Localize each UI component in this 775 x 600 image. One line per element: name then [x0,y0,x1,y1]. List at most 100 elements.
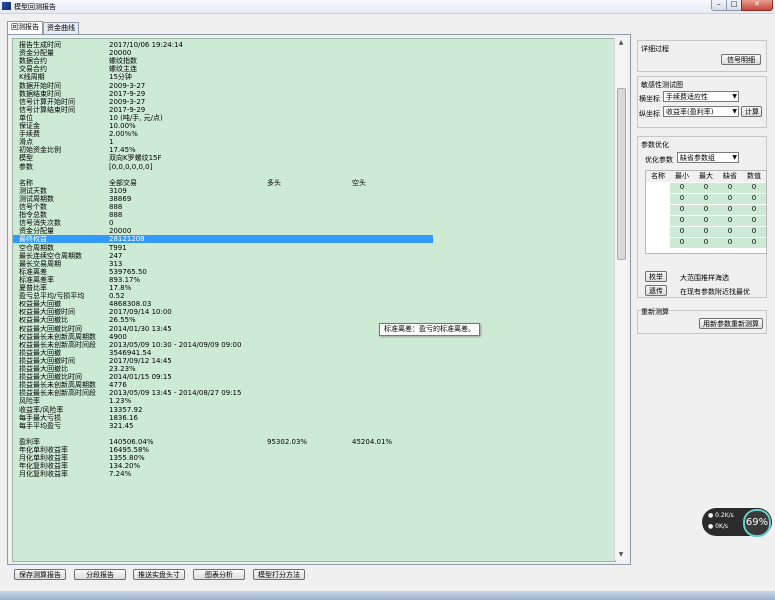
report-row[interactable]: 每手最大亏损 1836.16 [13,414,613,422]
report-row[interactable]: 测试天数 3109 [13,187,613,195]
param-cell[interactable]: 0 [742,204,766,215]
report-row[interactable]: 损益最大回撤时间 2017/09/12 14:45 [13,357,613,365]
report-row[interactable]: 权益最大回撤 4868308.03 [13,300,613,308]
genetic-button[interactable]: 遗传 [645,285,667,296]
report-row[interactable] [13,171,613,179]
param-cell[interactable]: 0 [742,182,766,193]
param-table[interactable]: 名称 最小 最大 缺省 数值 000000000000000000000000 [645,170,767,254]
tab-backtest-report[interactable]: 回测报告 [7,21,43,35]
param-cell[interactable]: 0 [670,226,694,237]
report-row[interactable]: 资金分配量 20000 [13,227,613,235]
report-row[interactable]: 数据开始时间 2009-3-27 [13,82,613,90]
report-row[interactable]: 风险率 1.23% [13,397,613,405]
report-row[interactable]: 月化复利收益率 7.24% [13,470,613,478]
report-row[interactable]: 最长交易周期 313 [13,260,613,268]
param-cell[interactable]: 0 [670,204,694,215]
save-report-button[interactable]: 保存测算报告 [14,569,66,580]
segment-report-button[interactable]: 分段报告 [74,569,126,580]
report-row[interactable]: 模型 双向K罗螺纹15F [13,154,613,162]
report-row[interactable]: 标准离差率 893.17% [13,276,613,284]
param-cell[interactable]: 0 [670,215,694,226]
report-row[interactable]: 损益最大回撤比时间 2014/01/15 09:15 [13,373,613,381]
close-icon[interactable]: ✕ [741,0,773,11]
param-cell[interactable]: 0 [718,204,742,215]
report-row[interactable]: 权益最大回撤比时间 2014/01/30 13:45 [13,325,613,333]
param-cell[interactable]: 0 [670,237,694,248]
report-row[interactable]: 滑点 1 [13,138,613,146]
recalc-button[interactable]: 用新参数重新测算 [699,318,763,329]
report-row[interactable]: 损益最大回撤 3546941.54 [13,349,613,357]
report-row[interactable]: 名称 全部交易 多头 空头 [13,179,613,187]
report-row[interactable]: 指令总数 888 [13,211,613,219]
report-row[interactable]: 测试周期数 38869 [13,195,613,203]
scroll-up-icon[interactable]: ▲ [615,38,627,48]
report-row[interactable]: 初始资金比例 17.45% [13,146,613,154]
report-row[interactable]: 收益率/风险率 13357.92 [13,406,613,414]
param-cell[interactable]: 0 [694,237,718,248]
param-cell[interactable]: 0 [694,204,718,215]
param-cell[interactable]: 0 [718,193,742,204]
report-row[interactable]: 单位 10 (吨/手, 元/点) [13,114,613,122]
report-row[interactable]: 标准离差 539765.50 [13,268,613,276]
report-row[interactable]: 损益最大回撤比 23.23% [13,365,613,373]
report-row[interactable]: K线周期 15分钟 [13,73,613,81]
x-axis-select[interactable]: 手续费适应性 ▼ [663,91,739,102]
param-cell[interactable]: 0 [670,182,694,193]
report-row[interactable]: 每手平均盈亏 321.45 [13,422,613,430]
model-scoring-button[interactable]: 模型打分方法 [253,569,305,580]
chart-analysis-button[interactable]: 图表分析 [193,569,245,580]
report-row[interactable]: 夏普比率 17.8% [13,284,613,292]
report-row[interactable]: 权益最长未创新高周期数 4900 [13,333,613,341]
report-row[interactable]: 最终权益 28121208 [13,235,433,244]
minimize-icon[interactable]: – [711,0,727,11]
param-cell[interactable]: 0 [742,215,766,226]
param-cell[interactable]: 0 [742,226,766,237]
param-cell[interactable]: 0 [694,226,718,237]
report-row[interactable]: 信号计算开始时间 2009-3-27 [13,98,613,106]
report-scrollbar[interactable]: ▲ ▼ [614,38,627,560]
scroll-down-icon[interactable]: ▼ [615,550,627,560]
param-cell[interactable]: 0 [718,226,742,237]
report-row[interactable]: 盈亏总平均/亏损平均 0.52 [13,292,613,300]
report-row[interactable]: 数据结束时间 2017-9-29 [13,90,613,98]
report-row[interactable]: 权益最大回撤时间 2017/09/14 10:00 [13,308,613,316]
report-row[interactable]: 年化单利收益率 16495.58% [13,446,613,454]
report-row[interactable]: 信号计算结束时间 2017-9-29 [13,106,613,114]
report-row[interactable]: 损益最长未创新高时间段 2013/05/09 13:45 - 2014/08/27… [13,389,613,397]
y-axis-select[interactable]: 收益率(盈利率) ▼ [663,106,739,117]
scroll-thumb[interactable] [617,88,626,260]
report-row[interactable]: 手续费 2.00%% [13,130,613,138]
report-row[interactable]: 交易合约 螺纹主连 [13,65,613,73]
report-row[interactable]: 月化单利收益率 1355.80% [13,454,613,462]
report-row[interactable]: 数据合约 螺纹指数 [13,57,613,65]
report-row[interactable]: 信号个数 888 [13,203,613,211]
report-list[interactable]: 报告生成时间 2017/10/06 19:24:14 资金分配量 20000 数据合约螺… [12,38,616,562]
push-position-button[interactable]: 推送实盘头寸 [133,569,185,580]
report-row[interactable]: 损益最长未创新高周期数 4776 [13,381,613,389]
report-row[interactable]: 保证金 10.00% [13,122,613,130]
report-row[interactable]: 信号消失次数 0 [13,219,613,227]
report-row[interactable]: 权益最大回撤比 26.55% [13,316,613,324]
param-cell[interactable]: 0 [670,193,694,204]
param-cell[interactable]: 0 [742,193,766,204]
signal-detail-button[interactable]: 信号明细 [721,54,761,65]
report-row[interactable]: 权益最长未创新高时间段 2013/05/09 10:30 - 2014/09/09… [13,341,613,349]
exhaust-button[interactable]: 枚举 [645,271,667,282]
opt-param-select[interactable]: 缺省参数组 ▼ [677,152,739,163]
report-row[interactable]: 年化复利收益率 134.20% [13,462,613,470]
param-cell[interactable]: 0 [694,215,718,226]
param-cell[interactable]: 0 [742,237,766,248]
report-row[interactable]: 空仓周期数 T991 [13,244,613,252]
report-row[interactable]: 最长连续空仓周期数 247 [13,252,613,260]
param-cell[interactable]: 0 [694,182,718,193]
param-cell[interactable]: 0 [718,182,742,193]
param-cell[interactable]: 0 [718,215,742,226]
report-row[interactable]: 盈利率 140506.04% 95302.03% 45204.01% [13,438,613,446]
calculate-button[interactable]: 计算 [741,106,762,117]
report-row[interactable]: 报告生成时间 2017/10/06 19:24:14 [13,41,613,49]
maximize-icon[interactable]: □ [726,0,742,11]
report-row[interactable]: 资金分配量 20000 [13,49,613,57]
report-row[interactable] [13,430,613,438]
param-cell[interactable]: 0 [718,237,742,248]
report-row[interactable]: 参数 [0,0,0,0,0,0] [13,163,613,171]
